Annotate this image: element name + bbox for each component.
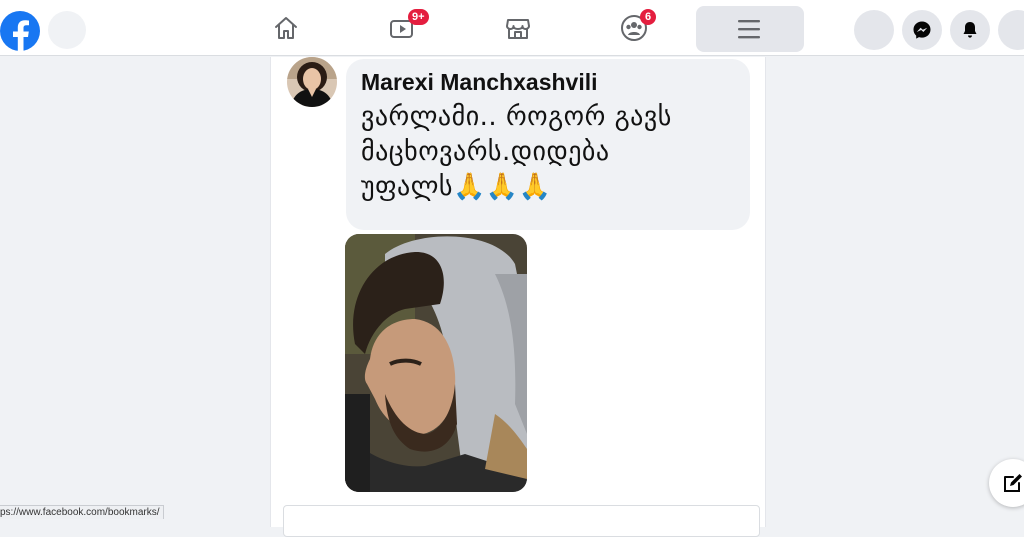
comment-text: ვარლამი.. როგორ გავს მაცხოვარს.დიდება უფ… [361, 100, 736, 205]
notifications-icon [963, 22, 977, 38]
comment-photo[interactable] [345, 234, 527, 492]
status-bar-url: ps://www.facebook.com/bookmarks/ [0, 505, 164, 519]
profile-button[interactable] [854, 10, 894, 50]
messenger-button[interactable] [902, 10, 942, 50]
comment-line: ვარლამი.. როგორ გავს [361, 102, 672, 132]
search-button[interactable] [48, 11, 86, 49]
menu-tab[interactable] [696, 6, 804, 52]
comment-line: უფალს🙏🙏🙏 [361, 172, 552, 202]
watch-notification-badge: 9+ [408, 9, 429, 25]
messenger-icon [913, 21, 931, 39]
new-message-button[interactable] [989, 459, 1024, 507]
commenter-avatar[interactable] [287, 57, 337, 107]
menu-icon [738, 20, 760, 39]
top-navigation-bar: 9+ 6 [0, 0, 1024, 56]
home-icon[interactable] [272, 14, 300, 42]
comment-bubble: Marexi Manchxashvili ვარლამი.. როგორ გავ… [346, 59, 750, 230]
comment-line: მაცხოვარს.დიდება [361, 137, 610, 167]
notifications-button[interactable] [950, 10, 990, 50]
facebook-logo[interactable] [0, 11, 40, 51]
edit-icon [1004, 474, 1022, 492]
marketplace-icon[interactable] [504, 14, 532, 42]
account-button[interactable] [998, 10, 1024, 50]
comment-author-name[interactable]: Marexi Manchxashvili [361, 67, 736, 97]
groups-notification-badge: 6 [640, 9, 656, 25]
reply-input-area[interactable] [283, 505, 760, 537]
